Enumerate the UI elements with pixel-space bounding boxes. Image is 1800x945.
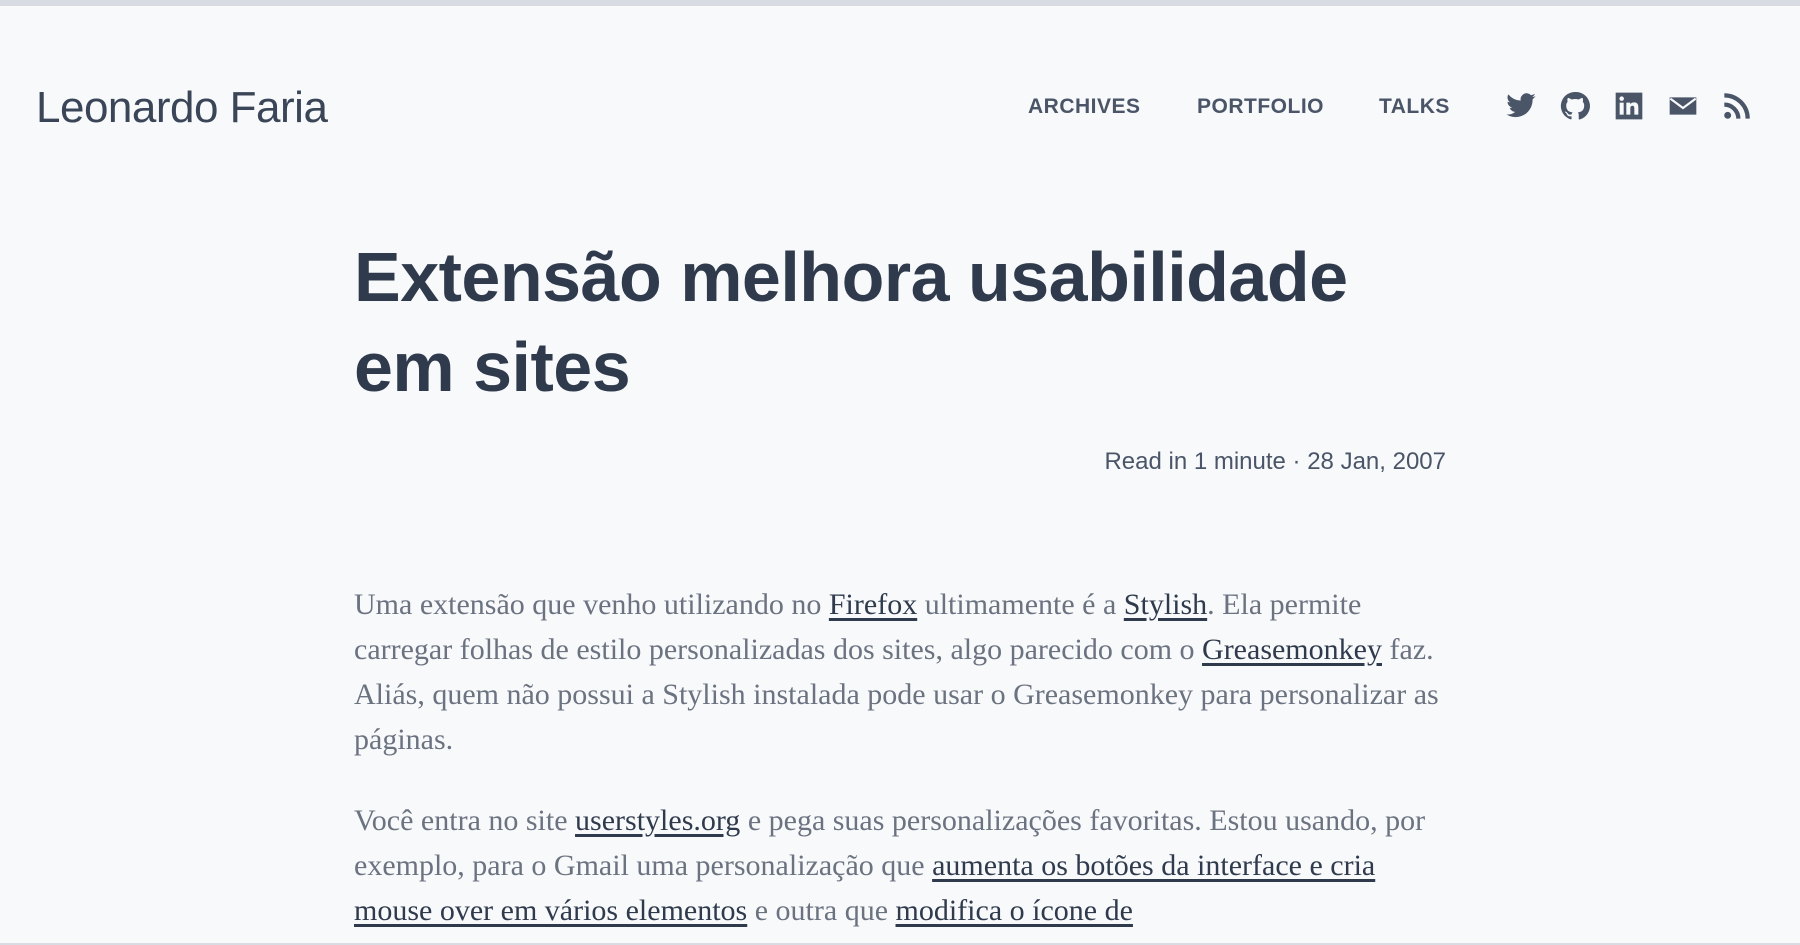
- paragraph-1: Uma extensão que venho utilizando no Fir…: [354, 582, 1454, 762]
- userstyles-link[interactable]: userstyles.org: [575, 804, 740, 837]
- paragraph-2: Você entra no site userstyles.org e pega…: [354, 798, 1454, 933]
- github-icon: [1560, 91, 1590, 120]
- email-icon: [1669, 97, 1697, 115]
- nav-portfolio-link[interactable]: PORTFOLIO: [1197, 94, 1324, 120]
- greasemonkey-link[interactable]: Greasemonkey: [1202, 633, 1382, 666]
- rss-link[interactable]: [1721, 90, 1753, 122]
- site-title-link[interactable]: Leonardo Faria: [36, 80, 328, 136]
- linkedin-link[interactable]: [1613, 90, 1645, 122]
- stylish-link[interactable]: Stylish: [1124, 588, 1207, 621]
- post-meta: Read in 1 minute · 28 Jan, 2007: [1104, 448, 1446, 475]
- nav-archives-link[interactable]: ARCHIVES: [1028, 94, 1141, 120]
- rss-icon: [1724, 93, 1750, 119]
- text: Uma extensão que venho utilizando no: [354, 588, 829, 621]
- post-title: Extensão melhora usabilidade em sites: [354, 238, 1348, 406]
- twitter-link[interactable]: [1505, 90, 1537, 122]
- text: e outra que: [747, 894, 896, 927]
- icon-style-link[interactable]: modifica o ícone de: [896, 894, 1133, 927]
- site-header: Leonardo Faria ARCHIVES PORTFOLIO TALKS: [0, 0, 1800, 180]
- email-link[interactable]: [1667, 90, 1699, 122]
- firefox-link[interactable]: Firefox: [829, 588, 917, 621]
- post-body: Uma extensão que venho utilizando no Fir…: [354, 582, 1454, 945]
- text: ultimamente é a: [917, 588, 1124, 621]
- text: Você entra no site: [354, 804, 576, 837]
- github-link[interactable]: [1559, 90, 1591, 122]
- nav-talks-link[interactable]: TALKS: [1379, 94, 1450, 120]
- twitter-icon: [1506, 93, 1536, 118]
- linkedin-icon: [1615, 92, 1643, 120]
